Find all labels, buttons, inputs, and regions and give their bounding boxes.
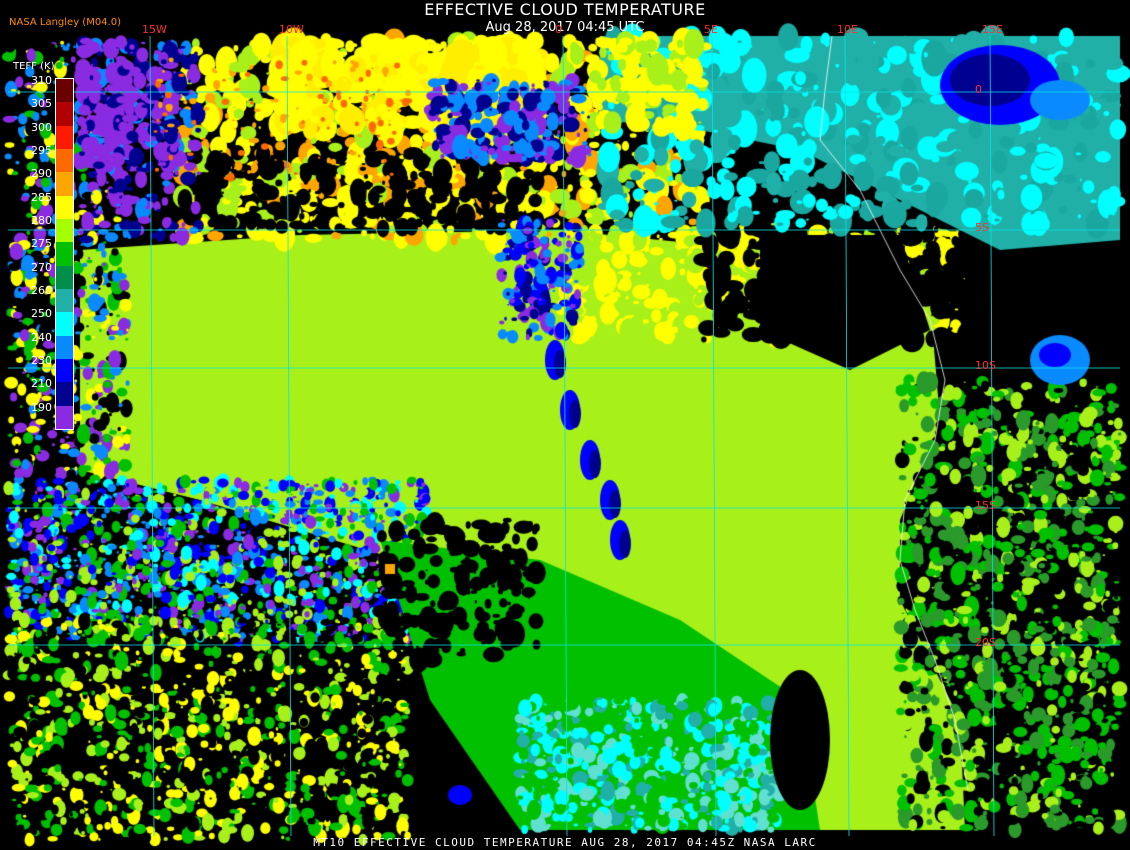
latitude-label: 15S [975,499,996,512]
legend-swatch [56,242,73,267]
legend-swatch [56,219,73,243]
legend-label: 285 [31,190,52,204]
legend-swatch [56,265,73,290]
legend-label: 310 [31,74,52,87]
color-legend [55,78,74,430]
legend-label: 305 [31,97,52,111]
legend-label: 290 [31,167,52,181]
legend-label: 270 [31,260,52,274]
legend-swatch [56,195,73,220]
latitude-label: 20S [975,636,996,649]
footer-caption: MT10 EFFECTIVE CLOUD TEMPERATURE AUG 28,… [313,836,817,849]
longitude-label: 0 [555,23,562,36]
lat-lon-grid [8,35,1120,837]
legend-swatch [56,289,73,313]
legend-swatch [56,79,73,103]
legend-swatch [56,312,73,337]
legend-swatch [56,382,73,407]
legend-swatch [56,149,73,173]
legend-swatch [56,359,73,383]
legend-label: 210 [31,377,52,391]
legend-label: 280 [31,214,52,227]
meridian-line [286,35,292,837]
latitude-label: 5S [975,221,989,234]
legend-label: 260 [31,284,52,297]
legend-label: 300 [31,120,52,134]
legend-label: 250 [31,307,52,321]
map-timestamp: Aug 28, 2017 04:45 UTC [485,20,645,35]
legend-label: 295 [31,144,52,157]
longitude-label: 15E [982,23,1003,36]
longitude-label: 10E [837,23,858,36]
meridian-line [844,35,850,837]
longitude-label: 10W [279,23,304,36]
longitude-label: 15W [142,23,167,36]
legend-label: 275 [31,237,52,251]
meridian-line [149,35,155,837]
latitude-label: 0 [975,83,982,96]
latitude-label: 10S [975,359,996,372]
legend-label: 230 [31,354,52,367]
legend-label: 190 [31,400,52,414]
meridian-line [711,35,717,837]
legend-swatch [56,335,73,360]
meridian-line [562,35,568,837]
legend-swatch [56,172,73,197]
longitude-label: 5E [704,23,718,36]
legend-swatch [56,102,73,127]
legend-swatch [56,125,73,150]
legend-label: 240 [31,330,52,344]
meridian-line [989,35,995,837]
legend-title: TEFF (K) [13,61,55,72]
map-title: EFFECTIVE CLOUD TEMPERATURE [424,0,706,19]
legend-swatch [56,405,73,430]
